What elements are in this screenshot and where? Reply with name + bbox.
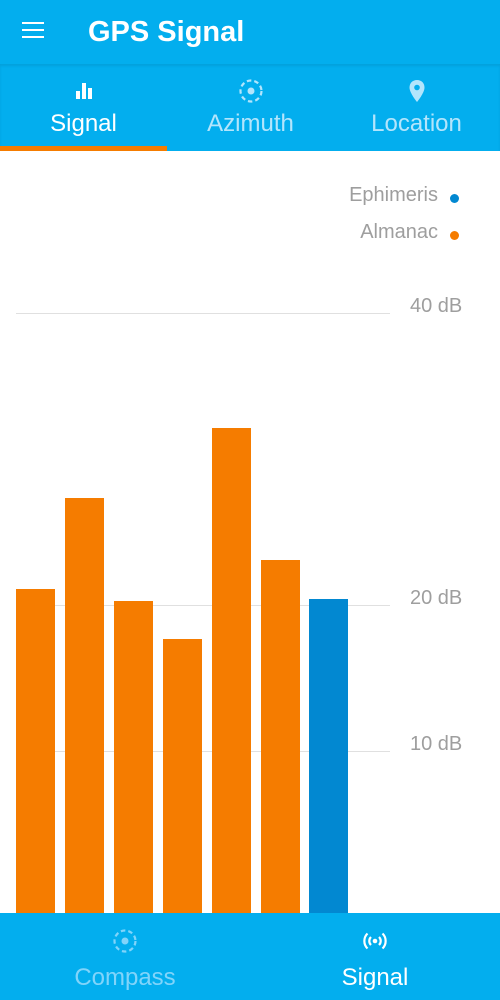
app-title: GPS Signal bbox=[88, 16, 245, 48]
legend-ephemeris-label: Ephimeris bbox=[349, 184, 438, 206]
bottom-navigation: Compass Signal bbox=[0, 913, 500, 1000]
gridline-40db bbox=[16, 313, 390, 314]
app-bar: GPS Signal bbox=[0, 0, 500, 64]
bar-1-almanac bbox=[16, 589, 55, 913]
bar-3-almanac bbox=[114, 601, 153, 913]
broadcast-signal-icon bbox=[363, 932, 387, 950]
location-pin-icon bbox=[409, 80, 424, 102]
hamburger-menu-icon[interactable] bbox=[22, 20, 46, 40]
bar-4-almanac bbox=[163, 639, 202, 913]
bar-7-ephimeris bbox=[309, 599, 348, 913]
bottom-nav-compass-label: Compass bbox=[74, 964, 176, 991]
legend-ephemeris-dot bbox=[450, 194, 459, 203]
legend-almanac-label: Almanac bbox=[360, 221, 438, 243]
bottom-nav-compass[interactable]: Compass bbox=[0, 913, 250, 1000]
bar-6-almanac bbox=[261, 560, 300, 913]
tab-azimuth-label: Azimuth bbox=[207, 110, 294, 137]
bar-chart-icon bbox=[75, 83, 92, 99]
tab-signal-label: Signal bbox=[50, 110, 117, 137]
bar-2-almanac bbox=[65, 498, 104, 913]
y-tick-label-10db: 10 dB bbox=[410, 733, 463, 755]
tab-location-label: Location bbox=[371, 110, 462, 137]
active-tab-indicator bbox=[0, 146, 167, 151]
tab-location[interactable]: Location bbox=[333, 64, 500, 151]
y-tick-label-20db: 20 dB bbox=[410, 587, 463, 609]
tab-azimuth[interactable]: Azimuth bbox=[167, 64, 334, 151]
bottom-nav-signal[interactable]: Signal bbox=[250, 913, 500, 1000]
dashed-circle-target-icon bbox=[113, 929, 137, 953]
bottom-nav-signal-label: Signal bbox=[341, 964, 409, 991]
bar-5-almanac bbox=[212, 428, 251, 913]
tab-signal[interactable]: Signal bbox=[0, 64, 167, 151]
top-tabs: Signal Azimuth Location bbox=[0, 64, 500, 151]
legend-almanac-dot bbox=[450, 231, 459, 240]
dashed-circle-target-icon bbox=[238, 79, 263, 103]
y-tick-label-40db: 40 dB bbox=[410, 295, 463, 317]
